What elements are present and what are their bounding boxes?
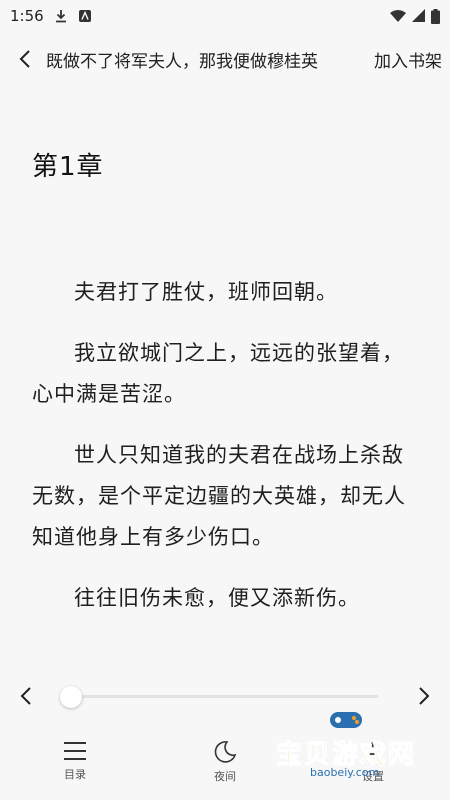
prev-chapter-button[interactable] [12, 682, 40, 710]
status-right [390, 8, 440, 24]
status-left: 1:56 [10, 7, 92, 25]
signal-icon [412, 9, 425, 22]
menu-list-icon [64, 742, 86, 760]
progress-slider-track[interactable] [60, 695, 378, 698]
wifi-icon [390, 10, 406, 22]
toc-button[interactable]: 目录 [40, 740, 110, 782]
night-mode-label: 夜间 [214, 770, 236, 783]
chevron-left-icon [20, 687, 31, 705]
app-notification-icon [78, 10, 91, 22]
book-title: 既做不了将军夫人，那我便做穆桂英 [46, 51, 318, 72]
reader-top-bar: 既做不了将军夫人，那我便做穆桂英 加入书架 [0, 38, 450, 80]
progress-slider-thumb[interactable] [60, 686, 82, 708]
moon-icon [214, 741, 237, 763]
watermark-url: baobeiy.com [310, 766, 380, 779]
chapter-content: 夫君打了胜仗，班师回朝。 我立欲城门之上，远远的张望着，心中满是苦涩。 世人只知… [32, 272, 424, 639]
watermark-logo: 宝贝游戏网 baobeiy.com [270, 700, 440, 779]
battery-icon [431, 8, 440, 24]
status-bar: 1:56 [0, 0, 450, 32]
status-time: 1:56 [10, 7, 44, 25]
back-button[interactable] [8, 42, 42, 76]
paragraph: 夫君打了胜仗，班师回朝。 [74, 280, 338, 304]
toc-label: 目录 [64, 768, 86, 781]
gamepad-icon [330, 712, 362, 728]
chapter-title: 第1章 [32, 152, 104, 182]
chevron-left-icon [19, 50, 30, 68]
add-to-shelf-button[interactable]: 加入书架 [372, 46, 442, 72]
night-mode-button[interactable]: 夜间 [190, 740, 260, 784]
paragraph: 我立欲城门之上，远远的张望着，心中满是苦涩。 [32, 341, 404, 406]
paragraph: 往往旧伤未愈，便又添新伤。 [74, 586, 360, 610]
paragraph: 世人只知道我的夫君在战场上杀敌无数，是个平定边疆的大英雄，却无人知道他身上有多少… [32, 443, 406, 549]
download-icon [55, 10, 66, 23]
